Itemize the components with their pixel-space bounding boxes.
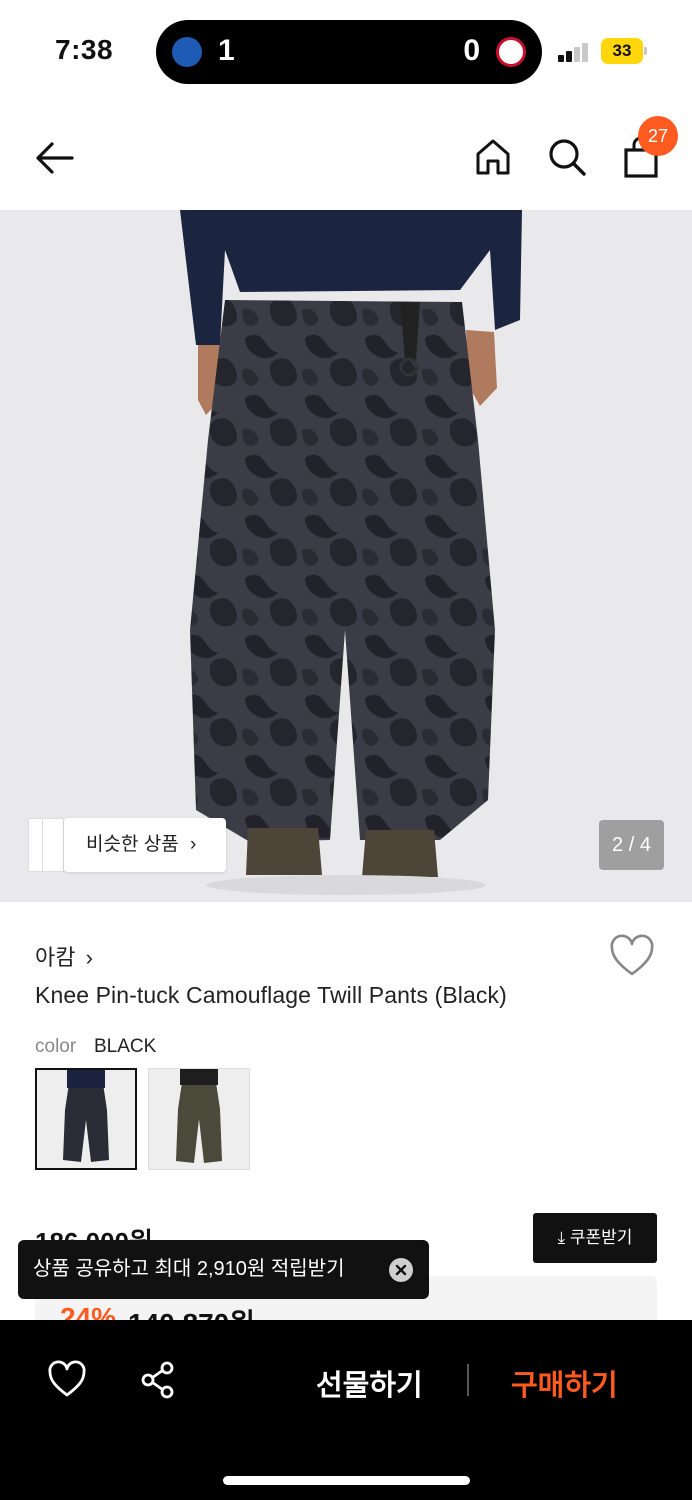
similar-products-label: 비슷한 상품 — [86, 834, 179, 855]
buy-button[interactable]: 구매하기 — [511, 1362, 618, 1404]
close-icon[interactable] — [389, 1258, 413, 1282]
toast-text: 상품 공유하고 최대 2,910원 적립받기 — [33, 1258, 345, 1280]
battery-icon: 33 — [601, 38, 647, 64]
image-counter: 2 / 4 — [599, 820, 664, 870]
status-bar: 7:38 1 0 33 — [0, 0, 692, 100]
product-image[interactable] — [0, 210, 692, 902]
cellular-signal-icon — [558, 42, 592, 62]
top-navigation — [0, 110, 692, 206]
coupon-download-button[interactable]: ⤓ 쿠폰받기 — [533, 1213, 657, 1263]
pants-photo — [180, 210, 522, 895]
brand-name: 아캄 — [35, 945, 76, 970]
home-indicator[interactable] — [223, 1476, 470, 1485]
purchase-bar — [0, 1320, 692, 1500]
selected-color: BLACK — [94, 1036, 157, 1057]
team-logo-icon — [172, 37, 202, 67]
button-divider — [467, 1364, 469, 1396]
search-icon[interactable] — [544, 134, 590, 180]
live-activity-scoreboard[interactable]: 1 0 — [156, 20, 542, 84]
battery-level: 33 — [601, 38, 643, 64]
share-reward-toast: 상품 공유하고 최대 2,910원 적립받기 — [18, 1240, 429, 1299]
coupon-label: 쿠폰받기 — [569, 1228, 633, 1247]
home-icon[interactable] — [470, 134, 516, 180]
download-icon: ⤓ — [557, 1228, 566, 1247]
chevron-right-icon: › — [85, 945, 93, 970]
brand-link[interactable]: 아캄 › — [35, 940, 93, 972]
color-option-label: color — [35, 1036, 77, 1057]
team-logo-icon — [496, 37, 526, 67]
score-right: 0 — [463, 34, 480, 67]
status-time: 7:38 — [55, 34, 114, 65]
cart-count-badge: 27 — [638, 116, 678, 156]
product-name: Knee Pin-tuck Camouflage Twill Pants (Bl… — [35, 982, 507, 1008]
color-swatch-khaki[interactable] — [148, 1068, 250, 1170]
heart-icon[interactable] — [608, 934, 656, 980]
chevron-right-icon: › — [189, 834, 197, 855]
color-swatch-black[interactable] — [35, 1068, 137, 1170]
gift-button[interactable]: 선물하기 — [316, 1362, 423, 1404]
heart-icon[interactable] — [46, 1360, 88, 1400]
similar-products-button[interactable]: 비슷한 상품 › — [64, 818, 226, 872]
share-icon[interactable] — [137, 1359, 179, 1401]
score-left: 1 — [218, 34, 235, 67]
back-arrow-icon[interactable] — [30, 138, 80, 178]
